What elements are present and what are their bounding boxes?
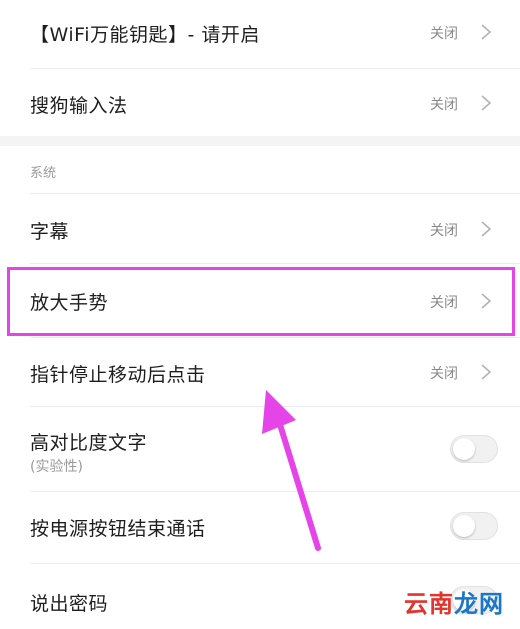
row-label: 高对比度文字 <box>30 432 148 454</box>
row-label: 字幕 <box>30 221 70 243</box>
watermark: 云南龙网 <box>404 584 504 619</box>
settings-row-click-after-pointer-stops[interactable]: 指针停止移动后点击 关闭 <box>0 338 520 406</box>
row-value: 关闭 <box>430 26 458 42</box>
chevron-right-icon <box>481 221 492 237</box>
chevron-right-icon <box>481 24 492 40</box>
row-label: 说出密码 <box>30 593 109 615</box>
row-label: 按电源按钮结束通话 <box>30 518 206 540</box>
settings-row-captions[interactable]: 字幕 关闭 <box>0 194 520 263</box>
toggle-switch[interactable] <box>450 435 498 463</box>
settings-row-high-contrast-text[interactable]: 高对比度文字 (实验性) <box>0 407 520 491</box>
toggle-knob <box>453 438 475 460</box>
watermark-part-2: 龙网 <box>454 590 504 618</box>
toggle-knob <box>453 515 475 537</box>
toggle-switch[interactable] <box>450 512 498 540</box>
settings-row-power-button-ends-call[interactable]: 按电源按钮结束通话 <box>0 492 520 563</box>
row-sublabel: (实验性) <box>30 459 83 475</box>
watermark-part-1: 云南 <box>404 590 454 618</box>
settings-row-wifi-key[interactable]: 【WiFi万能钥匙】- 请开启 关闭 <box>0 0 520 68</box>
chevron-right-icon <box>481 364 492 380</box>
row-value: 关闭 <box>430 223 458 239</box>
row-label: 指针停止移动后点击 <box>30 364 206 386</box>
settings-row-sogou-input[interactable]: 搜狗输入法 关闭 <box>0 69 520 136</box>
section-header-system: 系统 <box>30 166 57 181</box>
row-value: 关闭 <box>430 97 458 113</box>
highlight-annotation-box <box>7 267 515 336</box>
chevron-right-icon <box>481 95 492 111</box>
row-label: 【WiFi万能钥匙】- 请开启 <box>30 24 260 46</box>
section-separator <box>0 136 520 146</box>
row-label: 搜狗输入法 <box>30 95 128 117</box>
row-value: 关闭 <box>430 366 458 382</box>
